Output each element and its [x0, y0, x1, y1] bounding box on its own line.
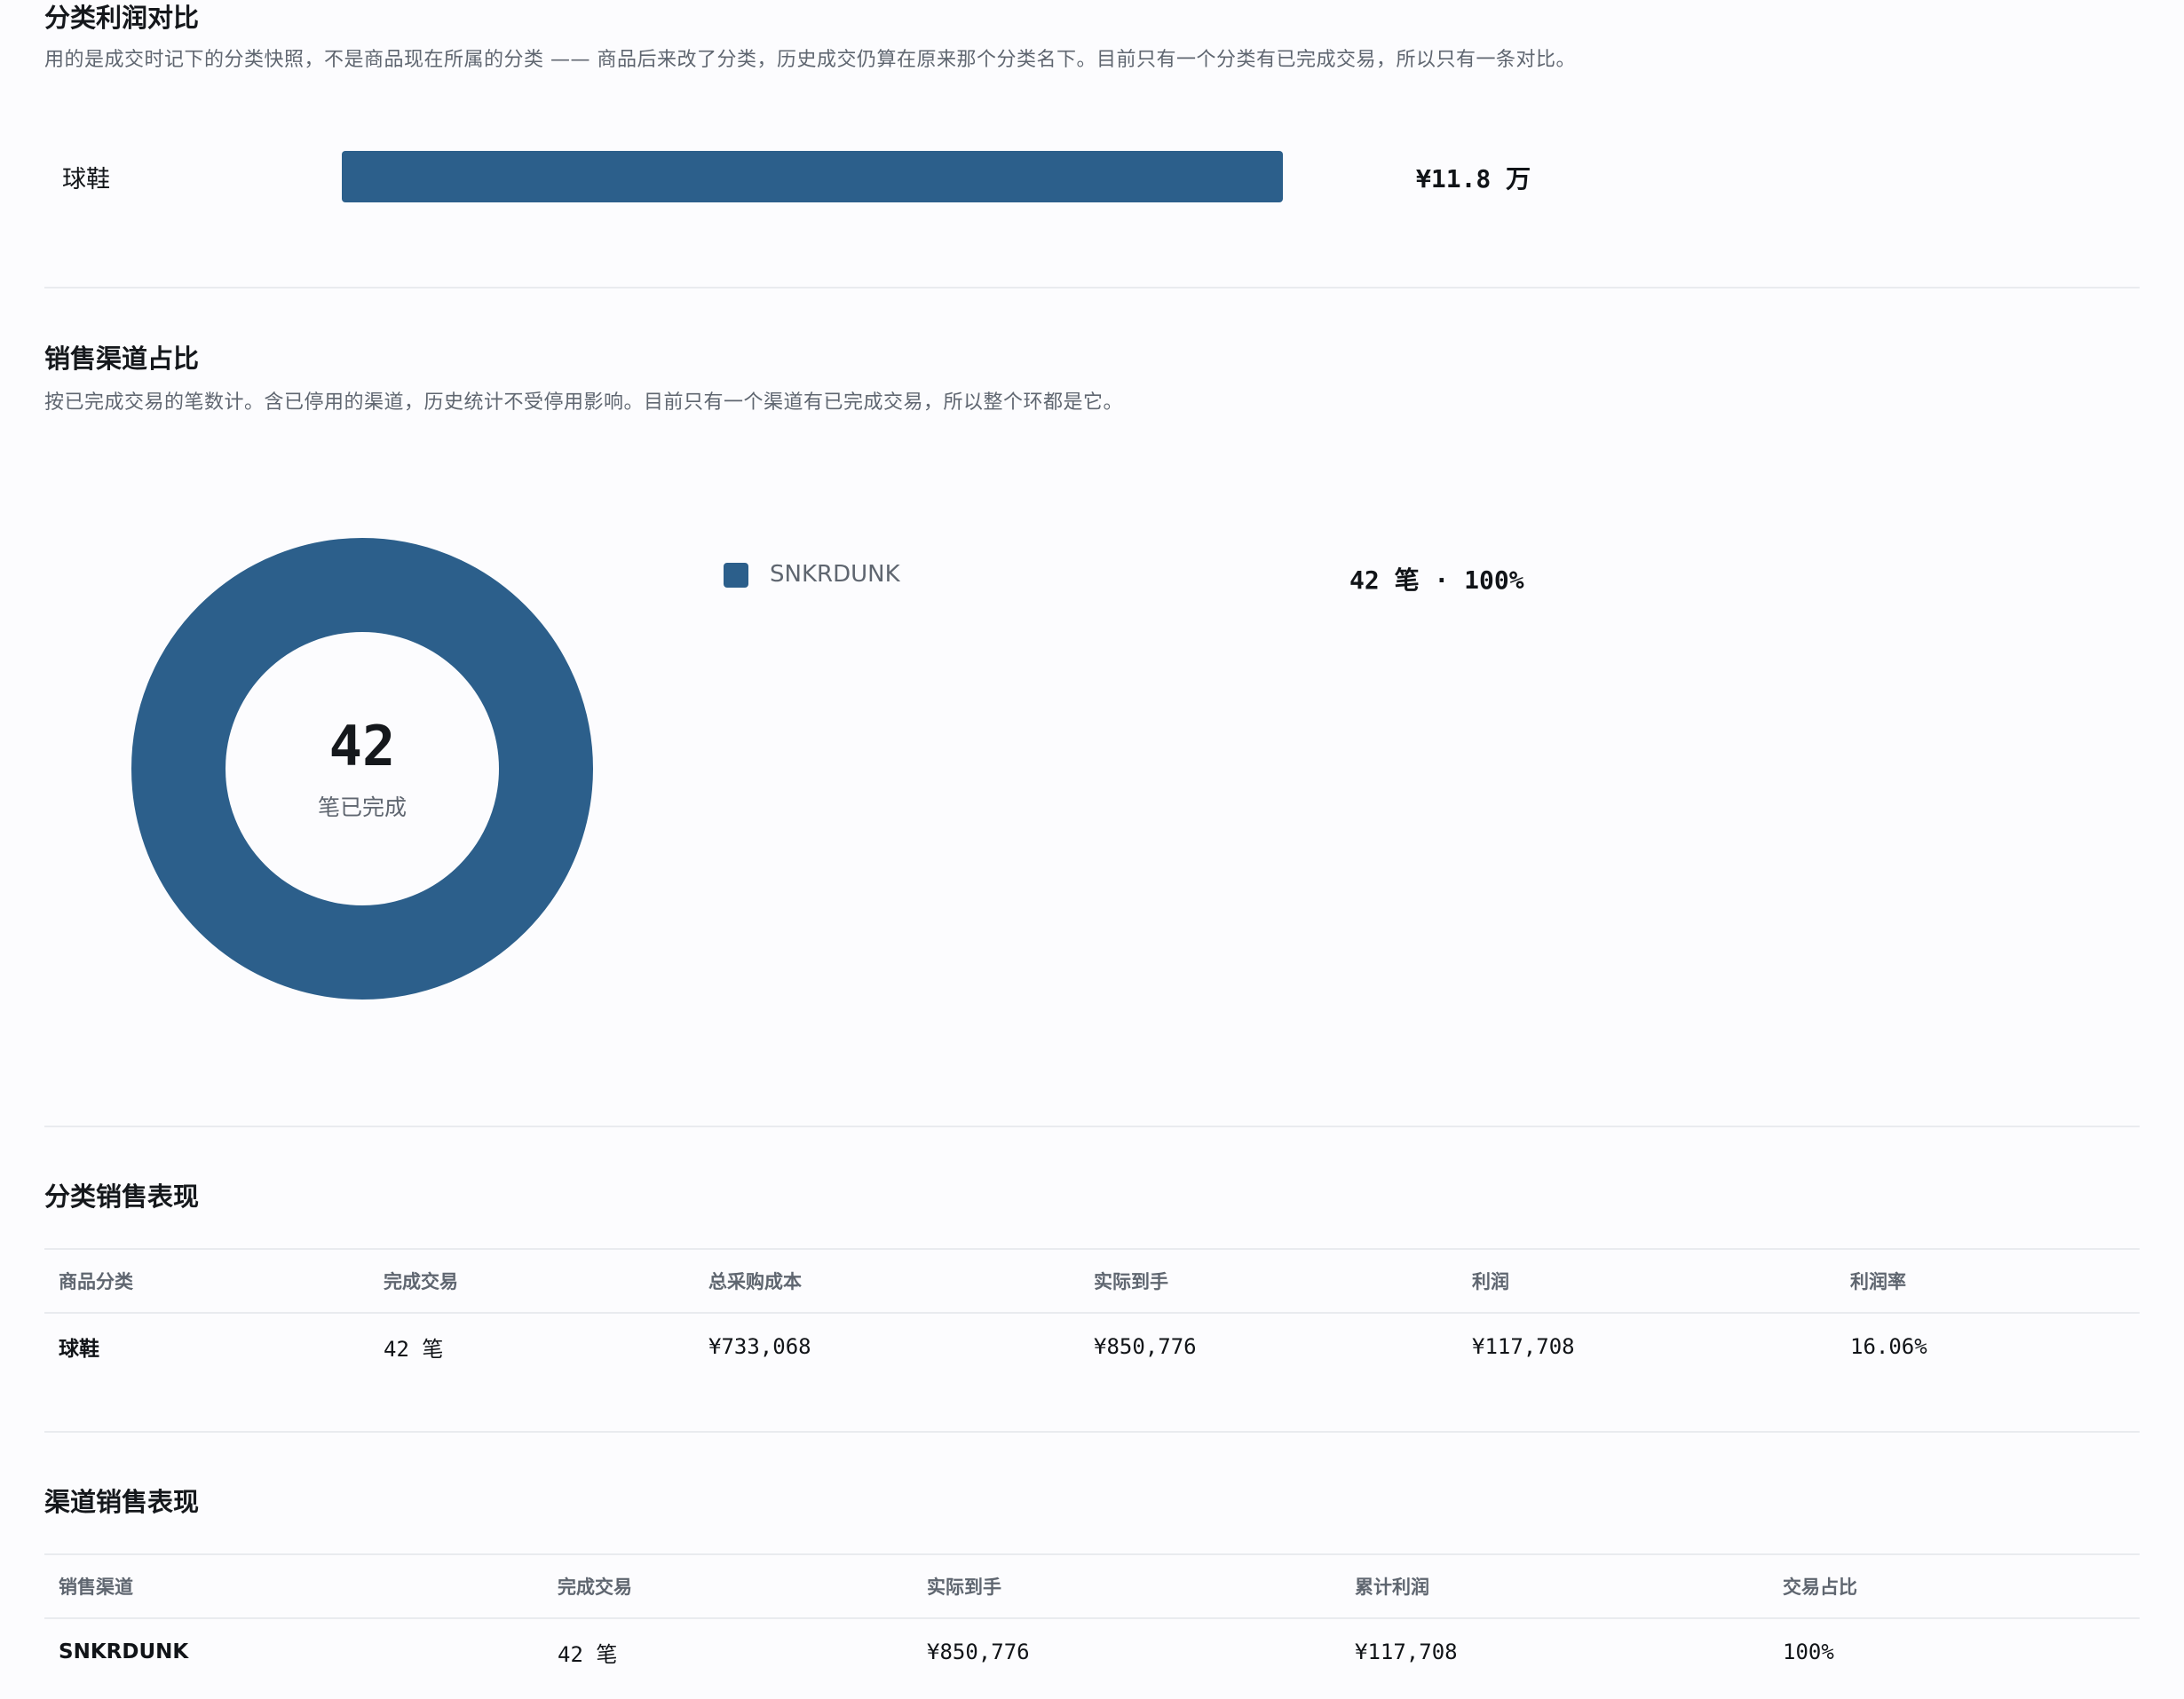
category-bar-row: 球鞋 ¥11.8 万: [44, 149, 2140, 202]
column-header: 总采购成本: [694, 1248, 1080, 1314]
table-cell: ¥850,776: [927, 1640, 1030, 1664]
column-header: 交易占比: [1769, 1553, 2140, 1619]
table-row: 球鞋 42 笔 ¥733,068 ¥850,776 ¥117,708 16.06…: [44, 1313, 2140, 1379]
channel-sales-title: 渠道销售表现: [44, 1487, 200, 1517]
category-profit-description: 用的是成交时记下的分类快照，不是商品现在所属的分类 —— 商品后来改了分类，历史…: [44, 49, 1576, 71]
legend-name: SNKRDUNK: [770, 561, 900, 588]
column-header: 实际到手: [1080, 1248, 1458, 1314]
table-cell: 42 笔: [384, 1336, 444, 1362]
channel-share-section: 销售渠道占比 按已完成交易的笔数计。含已停用的渠道，历史统计不受停用影响。目前只…: [44, 341, 2140, 417]
donut-center: 42 笔已完成: [131, 538, 593, 1000]
table-cell: 42 笔: [558, 1641, 618, 1667]
category-bar-label: 球鞋: [62, 166, 110, 194]
divider: [44, 1431, 2140, 1433]
table-cell: ¥850,776: [1094, 1334, 1197, 1359]
channel-sales-section: 渠道销售表现 销售渠道 完成交易 实际到手 累计利润 交易占比 SNKRDUNK…: [44, 1484, 2140, 1685]
category-sales-section: 分类销售表现 商品分类 完成交易 总采购成本 实际到手 利润 利润率 球鞋 42…: [44, 1179, 2140, 1379]
column-header: 商品分类: [44, 1248, 369, 1314]
table-cell: 100%: [1783, 1640, 1834, 1664]
legend-value: 42 笔 · 100%: [1349, 565, 1524, 595]
table-row: SNKRDUNK 42 笔 ¥850,776 ¥117,708 100%: [44, 1618, 2140, 1685]
column-header: 利润率: [1836, 1248, 2140, 1314]
donut-center-number: 42: [328, 714, 396, 778]
table-cell: 16.06%: [1850, 1334, 1927, 1359]
column-header: 累计利润: [1341, 1553, 1769, 1619]
divider: [44, 287, 2140, 288]
column-header: 销售渠道: [44, 1553, 543, 1619]
column-header: 实际到手: [913, 1553, 1341, 1619]
category-sales-table: 商品分类 完成交易 总采购成本 实际到手 利润 利润率 球鞋 42 笔 ¥733…: [44, 1248, 2140, 1379]
table-cell: ¥117,708: [1472, 1334, 1575, 1359]
category-profit-title: 分类利润对比: [44, 3, 200, 33]
table-cell: ¥733,068: [708, 1334, 811, 1359]
column-header: 完成交易: [543, 1553, 913, 1619]
channel-share-title: 销售渠道占比: [44, 344, 200, 374]
category-bar: [342, 151, 1283, 202]
divider: [44, 1126, 2140, 1127]
category-sales-title: 分类销售表现: [44, 1181, 200, 1212]
legend-swatch: [724, 563, 748, 588]
channel-share-description: 按已完成交易的笔数计。含已停用的渠道，历史统计不受停用影响。目前只有一个渠道有已…: [44, 391, 1124, 414]
channel-sales-table: 销售渠道 完成交易 实际到手 累计利润 交易占比 SNKRDUNK 42 笔 ¥…: [44, 1553, 2140, 1685]
donut-center-label: 笔已完成: [317, 794, 407, 820]
legend-item: SNKRDUNK 42 笔 · 100%: [724, 561, 1611, 597]
donut-chart: 42 笔已完成: [131, 538, 593, 1000]
category-bar-value: ¥11.8 万: [1416, 164, 1531, 194]
column-header: 完成交易: [369, 1248, 694, 1314]
table-header-row: 销售渠道 完成交易 实际到手 累计利润 交易占比: [44, 1553, 2140, 1619]
category-bar-track: [342, 151, 1283, 202]
table-cell: SNKRDUNK: [59, 1640, 189, 1663]
table-header-row: 商品分类 完成交易 总采购成本 实际到手 利润 利润率: [44, 1248, 2140, 1314]
category-profit-section: 分类利润对比 用的是成交时记下的分类快照，不是商品现在所属的分类 —— 商品后来…: [44, 0, 2140, 75]
column-header: 利润: [1458, 1248, 1836, 1314]
table-cell: 球鞋: [59, 1338, 99, 1361]
table-cell: ¥117,708: [1355, 1640, 1458, 1664]
